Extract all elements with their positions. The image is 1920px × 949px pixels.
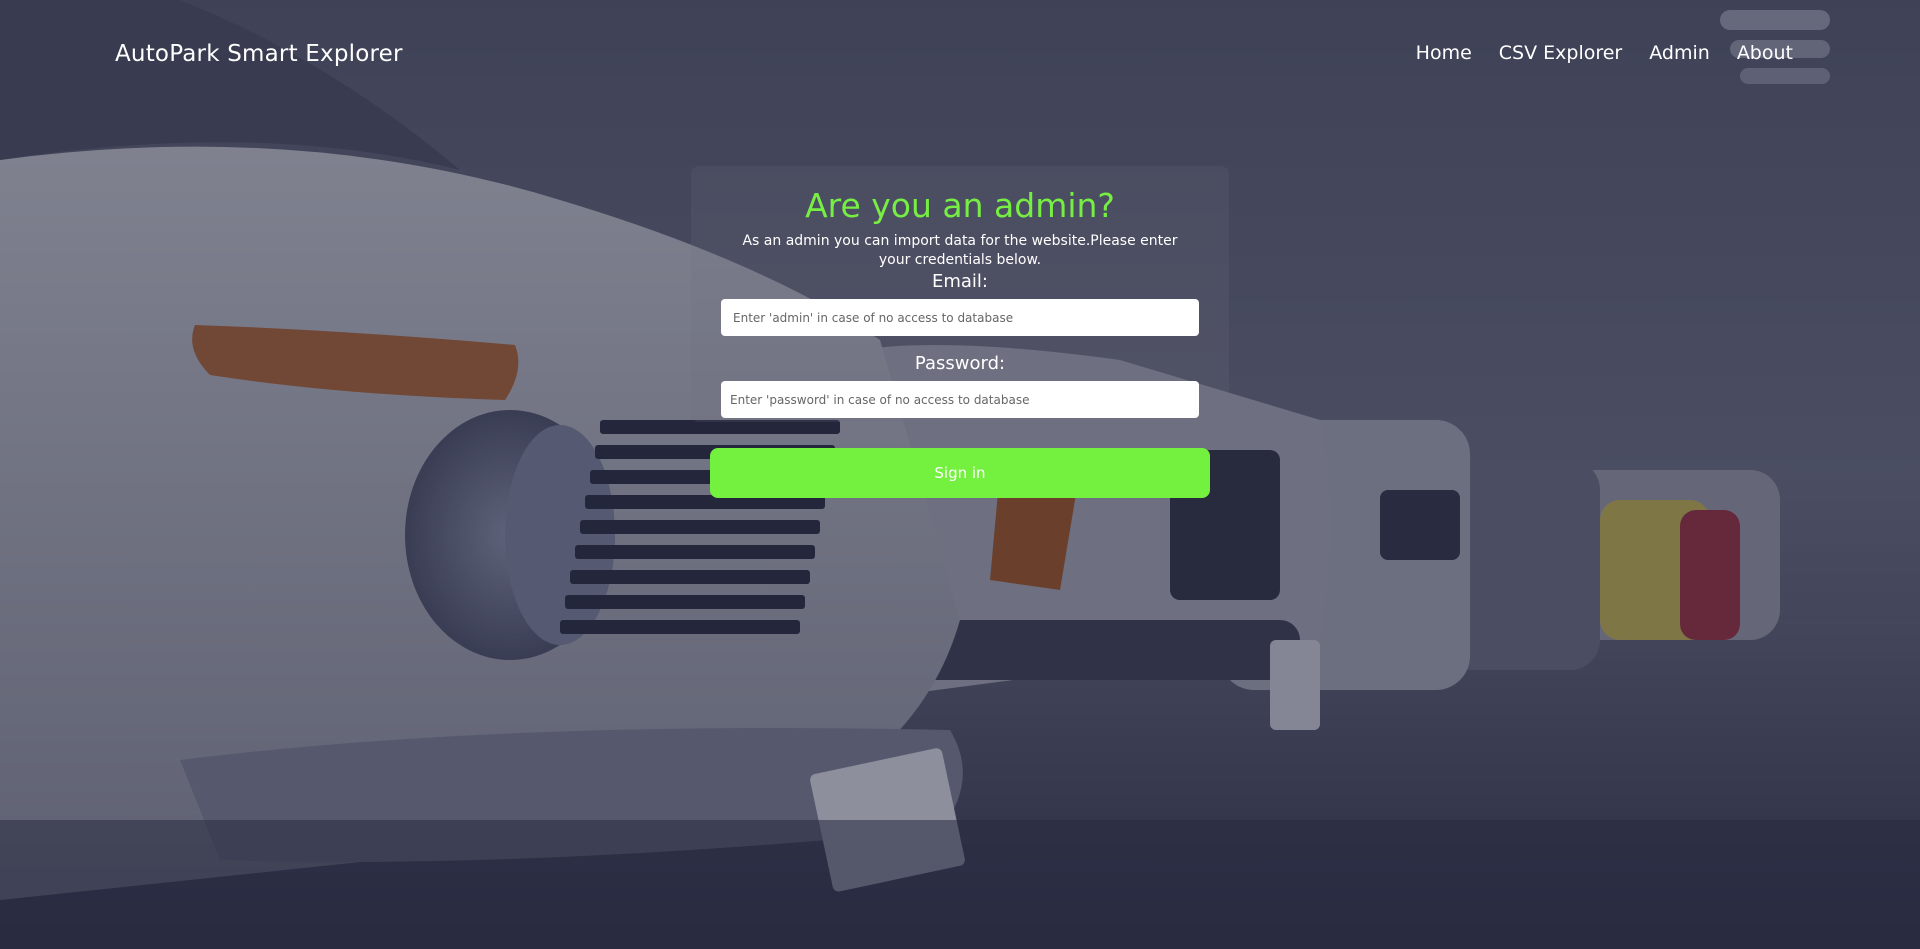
nav-item-about[interactable]: About <box>1737 42 1793 64</box>
admin-login-page: AutoPark Smart Explorer Home CSV Explore… <box>0 0 1920 949</box>
nav-item-home[interactable]: Home <box>1416 42 1472 64</box>
main-nav: Home CSV Explorer Admin About <box>1416 42 1793 64</box>
brand-logo-link[interactable]: AutoPark Smart Explorer <box>115 41 403 67</box>
email-label: Email: <box>931 271 988 292</box>
login-title: Are you an admin? <box>805 186 1115 225</box>
password-label: Password: <box>914 353 1006 374</box>
nav-item-csv-explorer[interactable]: CSV Explorer <box>1499 42 1622 64</box>
sign-in-button[interactable]: Sign in <box>710 448 1210 498</box>
password-field[interactable] <box>721 381 1199 418</box>
email-field[interactable] <box>721 299 1199 336</box>
nav-item-admin[interactable]: Admin <box>1649 42 1710 64</box>
login-subtitle: As an admin you can import data for the … <box>742 233 1178 268</box>
